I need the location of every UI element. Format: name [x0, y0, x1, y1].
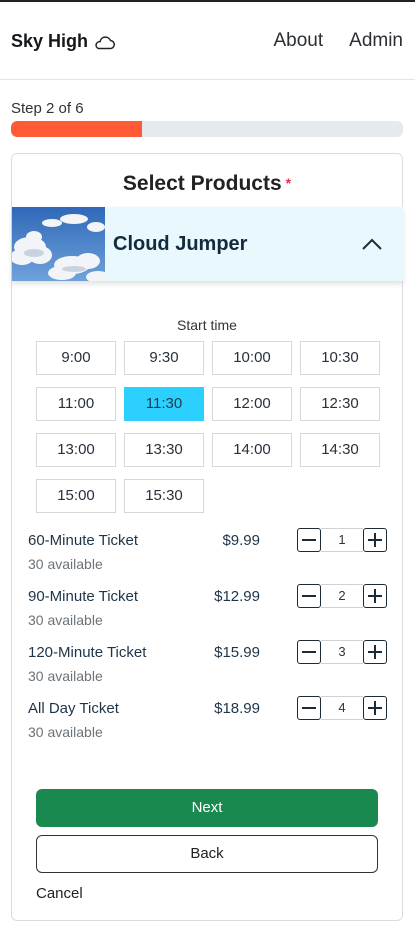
quantity-stepper: 1: [297, 528, 387, 552]
product-name: Cloud Jumper: [113, 232, 248, 255]
site-header: Sky High About Admin: [0, 2, 415, 80]
ticket-price: $15.99: [214, 644, 260, 661]
time-slot-button[interactable]: 12:30: [300, 387, 380, 421]
start-time-label: Start time: [177, 317, 237, 333]
nav-about-link[interactable]: About: [273, 30, 323, 52]
time-slot-button[interactable]: 10:00: [212, 341, 292, 375]
ticket-price: $18.99: [214, 700, 260, 717]
quantity-stepper: 2: [297, 584, 387, 608]
next-button[interactable]: Next: [36, 789, 378, 827]
progress-bar: [11, 121, 403, 137]
chevron-up-icon[interactable]: [361, 237, 383, 251]
quantity-stepper: 3: [297, 640, 387, 664]
quantity-value[interactable]: 2: [321, 584, 363, 608]
plus-icon[interactable]: [363, 584, 387, 608]
ticket-row: 90-Minute Ticket 30 available $12.99 2: [28, 584, 388, 636]
time-slot-button[interactable]: 15:00: [36, 479, 116, 513]
cancel-link[interactable]: Cancel: [36, 885, 83, 902]
time-slot-button[interactable]: 9:00: [36, 341, 116, 375]
brand[interactable]: Sky High: [11, 31, 116, 52]
minus-icon[interactable]: [297, 696, 321, 720]
main-nav: About Admin: [273, 30, 403, 52]
time-slot-button[interactable]: 14:30: [300, 433, 380, 467]
plus-icon[interactable]: [363, 528, 387, 552]
ticket-row: All Day Ticket 30 available $18.99 4: [28, 696, 388, 748]
quantity-value[interactable]: 1: [321, 528, 363, 552]
plus-icon[interactable]: [363, 640, 387, 664]
time-slot-button[interactable]: 10:30: [300, 341, 380, 375]
product-image: [12, 207, 105, 281]
minus-icon[interactable]: [297, 584, 321, 608]
cloud-icon: [95, 35, 116, 49]
time-slot-button[interactable]: 9:30: [124, 341, 204, 375]
time-slot-button[interactable]: 13:30: [124, 433, 204, 467]
ticket-row: 60-Minute Ticket 30 available $9.99 1: [28, 528, 388, 580]
minus-icon[interactable]: [297, 640, 321, 664]
step-indicator: Step 2 of 6: [11, 100, 84, 117]
progress-bar-fill: [11, 121, 142, 137]
card-title-text: Select Products: [122, 172, 282, 195]
brand-name: Sky High: [11, 31, 89, 51]
time-slot-button[interactable]: 14:00: [212, 433, 292, 467]
nav-admin-link[interactable]: Admin: [349, 30, 403, 52]
time-slot-button[interactable]: 15:30: [124, 479, 204, 513]
ticket-price: $9.99: [222, 532, 260, 549]
time-slot-button[interactable]: 11:00: [36, 387, 116, 421]
ticket-row: 120-Minute Ticket 30 available $15.99 3: [28, 640, 388, 692]
quantity-value[interactable]: 3: [321, 640, 363, 664]
ticket-availability: 30 available: [28, 556, 103, 572]
quantity-value[interactable]: 4: [321, 696, 363, 720]
back-button[interactable]: Back: [36, 835, 378, 873]
minus-icon[interactable]: [297, 528, 321, 552]
time-slot-button[interactable]: 11:30: [124, 387, 204, 421]
ticket-name: All Day Ticket: [28, 700, 119, 717]
time-slot-button[interactable]: 13:00: [36, 433, 116, 467]
required-mark: *: [285, 175, 292, 191]
ticket-availability: 30 available: [28, 612, 103, 628]
ticket-name: 120-Minute Ticket: [28, 644, 147, 661]
product-selection-card: Select Products * Cloud Jumper Start tim…: [11, 153, 403, 921]
ticket-name: 60-Minute Ticket: [28, 532, 139, 549]
quantity-stepper: 4: [297, 696, 387, 720]
plus-icon[interactable]: [363, 696, 387, 720]
time-slot-button[interactable]: 12:00: [212, 387, 292, 421]
ticket-price: $12.99: [214, 588, 260, 605]
ticket-availability: 30 available: [28, 668, 103, 684]
card-title: Select Products *: [12, 172, 402, 196]
ticket-name: 90-Minute Ticket: [28, 588, 139, 605]
product-accordion-header[interactable]: Cloud Jumper: [12, 207, 403, 281]
ticket-availability: 30 available: [28, 724, 103, 740]
